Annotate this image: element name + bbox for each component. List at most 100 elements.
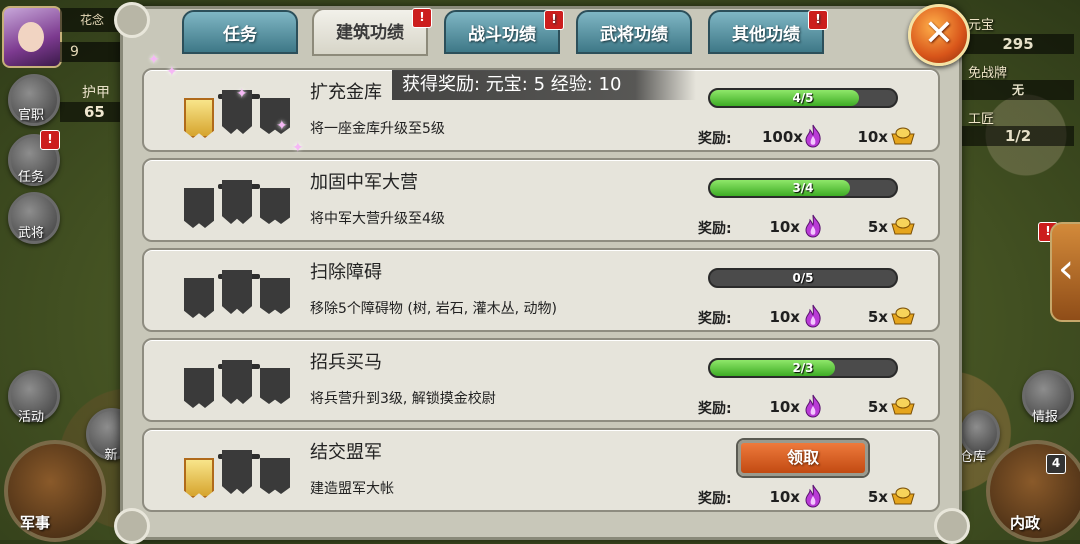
achievement-desc: 将中军大营升级至4级 — [310, 211, 445, 227]
achievement-title: 招兵买马 — [310, 352, 382, 373]
progress-flags-icon — [184, 176, 294, 232]
player-level: 9 — [60, 42, 120, 62]
claim-reward-button[interactable]: 领取 — [738, 440, 868, 476]
achievement-title: 扩充金库 — [310, 82, 382, 103]
panel-corner-ornament — [114, 508, 150, 544]
close-button[interactable]: ✕ — [908, 4, 970, 66]
flag-icon — [222, 180, 252, 224]
progress-text: 0/5 — [792, 271, 814, 285]
gold-flag-icon — [184, 458, 214, 498]
gold-ingot-icon — [891, 127, 915, 145]
truce-token-value: 无 — [962, 80, 1074, 100]
achievement-progress-bar: 3/4 — [708, 178, 898, 198]
gold-reward-amount: 10x — [857, 128, 888, 146]
progress-text: 3/4 — [792, 181, 814, 195]
flame-icon — [805, 304, 821, 328]
close-icon: ✕ — [923, 13, 955, 54]
achievement-title: 加固中军大营 — [310, 172, 418, 193]
achievement-desc: 将兵营升到3级, 解锁摸金校尉 — [310, 391, 496, 407]
sparkle-effect: ✦ — [166, 64, 178, 80]
tab-quests[interactable]: 任务 — [182, 10, 298, 54]
progress-flags-icon — [184, 356, 294, 412]
sparkle-effect: ✦ — [148, 52, 160, 68]
armor-label: 护甲 — [82, 85, 110, 101]
flag-icon — [260, 278, 290, 314]
avatar-face — [18, 22, 44, 52]
gold-reward-amount: 5x — [867, 218, 888, 236]
gold-flag-icon — [184, 98, 214, 138]
achievement-progress-bar: 4/5 — [708, 88, 898, 108]
armor-value: 65 — [60, 102, 120, 122]
tab-battle-achievements[interactable]: 战斗功绩! — [444, 10, 564, 54]
tab-label: 建筑功绩 — [336, 23, 404, 43]
sparkle-effect: ✦ — [276, 118, 288, 134]
flag-icon — [222, 360, 252, 404]
sparkle-effect: ✦ — [236, 86, 248, 102]
intel-label: 情报 — [1031, 410, 1058, 425]
achievement-card: 扫除障碍 移除5个障碍物 (树, 岩石, 灌木丛, 动物) 0/5 奖励: 10… — [142, 248, 940, 332]
progress-text: 2/3 — [792, 361, 814, 375]
quest-alert-badge: ! — [40, 130, 60, 150]
achievement-card: 加固中军大营 将中军大营升级至4级 3/4 奖励: 10x 5x — [142, 158, 940, 242]
tab-building-achievements[interactable]: 建筑功绩! — [312, 8, 432, 56]
reward-label: 奖励: — [698, 491, 732, 507]
flame-icon — [805, 124, 821, 148]
panel-corner-ornament — [934, 508, 970, 544]
player-avatar[interactable] — [2, 6, 62, 68]
progress-flags-icon — [184, 446, 294, 502]
progress-flags-icon — [184, 266, 294, 322]
worker-value: 1/2 — [962, 126, 1074, 146]
panel-corner-ornament — [114, 2, 150, 38]
flag-icon — [184, 368, 214, 408]
reward-label: 奖励: — [698, 221, 732, 237]
flag-icon — [260, 368, 290, 404]
gold-ingot-icon — [891, 397, 915, 415]
exp-reward-amount: 10x — [769, 398, 800, 416]
achievement-progress-bar: 2/3 — [708, 358, 898, 378]
exp-reward-amount: 10x — [769, 308, 800, 326]
achievement-card: 结交盟军 建造盟军大帐 领取 奖励: 10x 5x — [142, 428, 940, 512]
gold-reward-amount: 5x — [867, 308, 888, 326]
achievement-desc: 建造盟军大帐 — [310, 481, 394, 497]
tab-label: 武将功绩 — [600, 25, 668, 45]
currency-value: 295 — [962, 34, 1074, 54]
flag-icon — [260, 188, 290, 224]
reward-label: 奖励: — [698, 401, 732, 417]
achievement-title: 扫除障碍 — [310, 262, 382, 283]
gold-ingot-icon — [891, 217, 915, 235]
flame-icon — [805, 394, 821, 418]
flag-icon — [184, 188, 214, 228]
worker-label: 工匠 — [968, 112, 995, 127]
tab-alert-badge: ! — [412, 8, 432, 28]
internal-affairs-label: 内政 — [1010, 514, 1041, 532]
tab-label: 任务 — [223, 25, 257, 45]
events-label: 活动 — [17, 410, 44, 425]
flag-icon — [222, 450, 252, 494]
tab-label: 其他功绩 — [732, 25, 800, 45]
achievement-desc: 移除5个障碍物 (树, 岩石, 灌木丛, 动物) — [310, 301, 557, 317]
flag-icon — [184, 278, 214, 318]
achievement-progress-bar: 0/5 — [708, 268, 898, 288]
gold-ingot-icon — [891, 487, 915, 505]
tab-alert-badge: ! — [808, 10, 828, 30]
internal-affairs-badge: 4 — [1046, 454, 1066, 474]
gold-ingot-icon — [891, 307, 915, 325]
reward-label: 奖励: — [698, 311, 732, 327]
generals-label: 武将 — [17, 226, 44, 241]
currency-label: 元宝 — [968, 18, 995, 33]
achievement-desc: 将一座金库升级至5级 — [310, 121, 445, 137]
side-expand-tab[interactable] — [1050, 222, 1080, 322]
progress-text: 4/5 — [792, 91, 814, 105]
tab-general-achievements[interactable]: 武将功绩 — [576, 10, 692, 54]
reward-tooltip: 获得奖励: 元宝: 5 经验: 10 — [392, 70, 696, 100]
official-rank-label: 官职 — [17, 108, 44, 123]
exp-reward-amount: 10x — [769, 488, 800, 506]
flag-icon — [222, 270, 252, 314]
gold-reward-amount: 5x — [867, 398, 888, 416]
achievement-title: 结交盟军 — [310, 442, 382, 463]
reward-label: 奖励: — [698, 131, 732, 147]
tab-other-achievements[interactable]: 其他功绩! — [708, 10, 828, 54]
flame-icon — [805, 484, 821, 508]
tab-alert-badge: ! — [544, 10, 564, 30]
flame-icon — [805, 214, 821, 238]
